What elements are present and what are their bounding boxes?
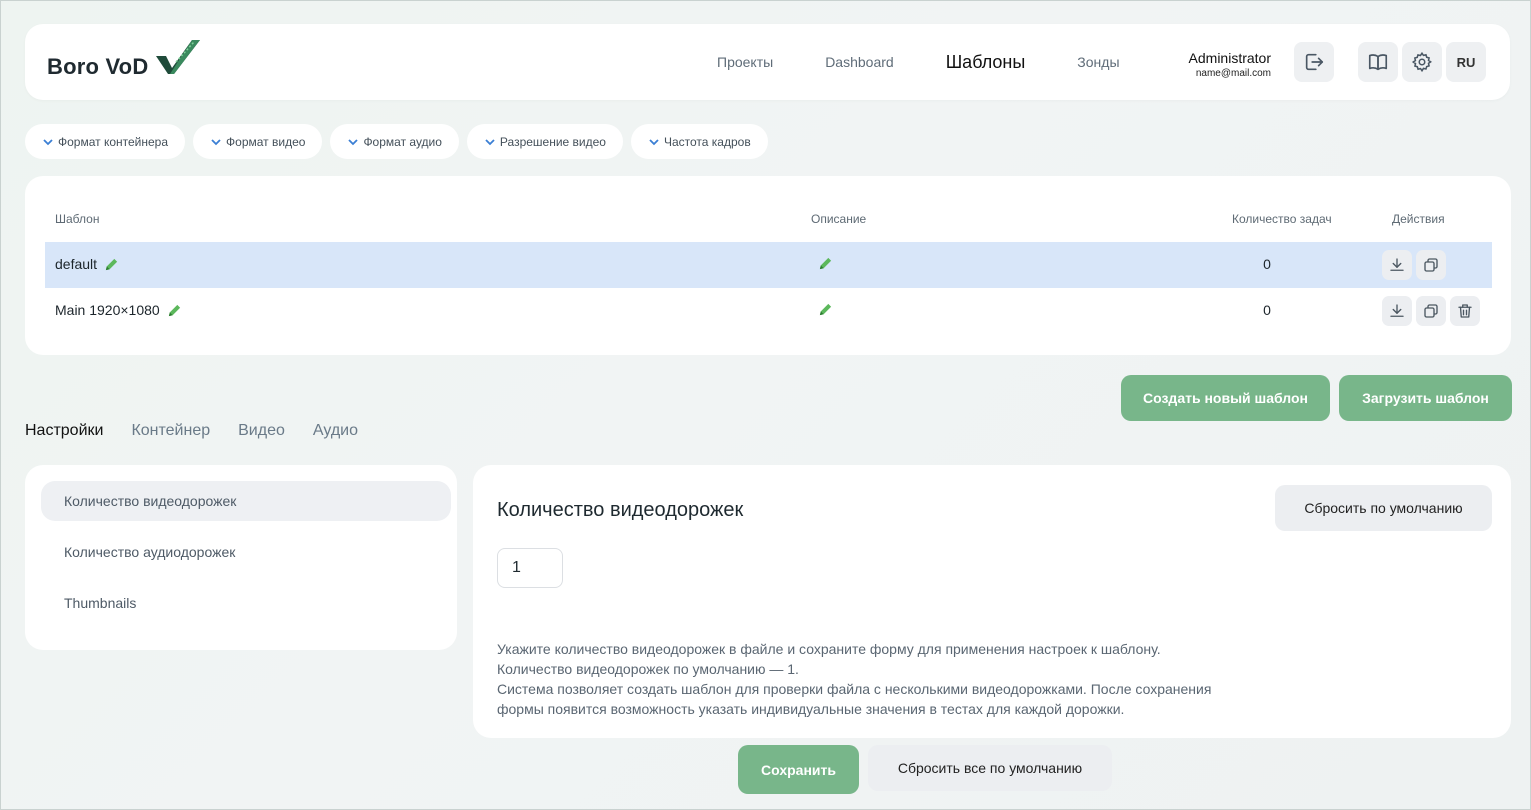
template-name: Main 1920×1080	[55, 302, 182, 318]
column-header-actions: Действия	[1392, 212, 1445, 226]
help-text: Укажите количество видеодорожек в файле …	[497, 639, 1297, 719]
menu-item-audio-tracks[interactable]: Количество аудиодорожек	[41, 532, 451, 572]
help-line: Система позволяет создать шаблон для про…	[497, 681, 1212, 697]
tab-settings[interactable]: Настройки	[25, 422, 103, 440]
filter-label: Формат видео	[226, 134, 306, 149]
filter-video-resolution[interactable]: Разрешение видео	[466, 124, 623, 159]
filter-label: Формат аудио	[363, 134, 442, 149]
settings-menu: Количество видеодорожек Количество аудио…	[25, 465, 457, 650]
menu-item-video-tracks[interactable]: Количество видеодорожек	[41, 481, 451, 521]
filter-label: Частота кадров	[663, 134, 751, 149]
copy-icon	[1424, 258, 1438, 272]
menu-item-thumbnails[interactable]: Thumbnails	[41, 583, 451, 623]
filter-container-format[interactable]: Формат контейнера	[25, 124, 186, 159]
download-button[interactable]	[1382, 296, 1412, 326]
filter-label: Формат контейнера	[58, 134, 169, 149]
templates-table: Шаблон Описание Количество задач Действи…	[25, 176, 1511, 355]
table-row[interactable]: Main 1920×1080 0	[45, 288, 1492, 334]
filter-video-format[interactable]: Формат видео	[193, 124, 323, 159]
copy-icon	[1424, 304, 1438, 318]
logout-button[interactable]	[1294, 42, 1334, 82]
download-icon	[1390, 304, 1404, 317]
help-line: Количество видеодорожек по умолчанию — 1…	[497, 661, 799, 677]
create-template-button[interactable]: Создать новый шаблон	[1121, 375, 1330, 421]
reset-default-button[interactable]: Сбросить по умолчанию	[1275, 485, 1492, 531]
filter-frame-rate[interactable]: Частота кадров	[630, 124, 768, 159]
column-header-description: Описание	[811, 212, 867, 226]
gear-icon	[1411, 51, 1432, 73]
nav-probes[interactable]: Зонды	[1077, 54, 1119, 70]
setting-detail: Количество видеодорожек Сбросить по умол…	[473, 465, 1511, 738]
edit-description-icon[interactable]	[818, 256, 833, 276]
help-line: формы появится возможность указать индив…	[497, 701, 1125, 717]
template-name-text: default	[55, 256, 98, 272]
save-button[interactable]: Сохранить	[738, 745, 859, 794]
edit-name-icon[interactable]	[167, 303, 182, 318]
chevron-down-icon	[347, 137, 359, 147]
nav-projects[interactable]: Проекты	[717, 54, 773, 70]
column-header-template: Шаблон	[55, 212, 100, 226]
edit-description-icon[interactable]	[818, 302, 833, 322]
logo-check-icon	[154, 40, 202, 81]
chevron-down-icon	[42, 137, 54, 147]
logo[interactable]: Boro VoD	[47, 40, 202, 81]
template-name-text: Main 1920×1080	[55, 302, 160, 318]
user-name: Administrator	[1188, 50, 1271, 66]
video-tracks-input[interactable]	[497, 548, 563, 588]
user-info: Administrator name@mail.com	[1175, 50, 1271, 79]
detail-title: Количество видеодорожек	[497, 499, 744, 521]
upload-template-button[interactable]: Загрузить шаблон	[1339, 375, 1512, 421]
chevron-down-icon	[210, 137, 222, 147]
tab-video[interactable]: Видео	[238, 422, 285, 440]
task-count: 0	[1263, 302, 1271, 318]
reset-all-button[interactable]: Сбросить все по умолчанию	[868, 745, 1112, 791]
filter-audio-format[interactable]: Формат аудио	[330, 124, 459, 159]
logo-text: Boro VoD	[47, 53, 149, 79]
filter-bar: Формат контейнера Формат видео Формат ау…	[25, 124, 776, 159]
download-icon	[1390, 258, 1404, 271]
column-header-task-count: Количество задач	[1232, 212, 1332, 226]
delete-button[interactable]	[1450, 296, 1480, 326]
language-button[interactable]: RU	[1446, 42, 1486, 82]
task-count: 0	[1263, 256, 1271, 272]
filter-label: Разрешение видео	[499, 134, 606, 149]
user-email: name@mail.com	[1195, 68, 1271, 79]
nav-dashboard[interactable]: Dashboard	[825, 54, 894, 70]
logout-icon	[1305, 53, 1324, 71]
trash-icon	[1458, 304, 1472, 318]
book-icon	[1368, 54, 1388, 71]
docs-button[interactable]	[1358, 42, 1398, 82]
copy-button[interactable]	[1416, 296, 1446, 326]
chevron-down-icon	[648, 137, 660, 147]
tab-audio[interactable]: Аудио	[313, 422, 358, 440]
template-name: default	[55, 256, 119, 272]
chevron-down-icon	[484, 137, 496, 147]
edit-name-icon[interactable]	[104, 257, 119, 272]
table-row[interactable]: default 0	[45, 242, 1492, 288]
settings-button[interactable]	[1402, 42, 1442, 82]
top-header: Boro VoD Проекты Dashboard Шаблоны Зонды…	[25, 24, 1510, 100]
settings-tabs: Настройки Контейнер Видео Аудио	[25, 422, 386, 440]
tab-container[interactable]: Контейнер	[131, 422, 210, 440]
nav-templates[interactable]: Шаблоны	[946, 52, 1026, 73]
help-line: Укажите количество видеодорожек в файле …	[497, 641, 1161, 657]
download-button[interactable]	[1382, 250, 1412, 280]
main-nav: Проекты Dashboard Шаблоны Зонды	[717, 24, 1172, 100]
copy-button[interactable]	[1416, 250, 1446, 280]
